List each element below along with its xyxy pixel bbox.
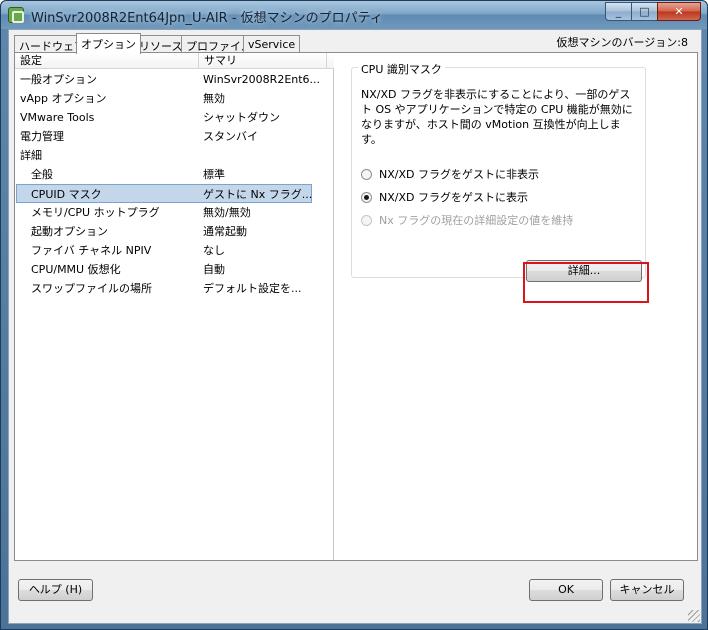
list-rows: 一般オプション WinSvr2008R2Ent6... vApp オプション 無効 … <box>15 70 334 298</box>
row-setting: 一般オプション <box>20 73 97 86</box>
properties-window: WinSvr2008R2Ent64Jpn_U-AIR - 仮想マシンのプロパティ… <box>0 0 708 630</box>
radio-keep-nx: Nx フラグの現在の詳細設定の値を維持 <box>361 212 573 228</box>
radio-label: NX/XD フラグをゲストに非表示 <box>379 168 539 181</box>
row-summary: 標準 <box>203 168 225 181</box>
row-summary: 自動 <box>203 263 225 276</box>
row-setting: CPU/MMU 仮想化 <box>31 263 121 276</box>
tab-resources[interactable]: リソース <box>134 35 188 53</box>
list-item[interactable]: 一般オプション WinSvr2008R2Ent6... <box>15 70 334 89</box>
close-button[interactable]: ✕ <box>657 2 701 21</box>
row-summary: シャットダウン <box>203 111 280 124</box>
row-summary: なし <box>203 244 225 257</box>
row-setting: 電力管理 <box>20 130 64 143</box>
row-summary: 無効 <box>203 92 225 105</box>
group-legend: CPU 識別マスク <box>358 61 445 77</box>
help-button[interactable]: ヘルプ (H) <box>18 579 93 601</box>
radio-button[interactable] <box>361 169 372 180</box>
cancel-button[interactable]: キャンセル <box>610 579 684 601</box>
tab-options[interactable]: オプション <box>76 33 141 54</box>
row-setting: 起動オプション <box>31 225 108 238</box>
vm-version-label: 仮想マシンのバージョン:8 <box>556 36 688 49</box>
list-item[interactable]: 電力管理 スタンバイ <box>15 127 334 146</box>
ok-button[interactable]: OK <box>529 579 603 601</box>
radio-label: NX/XD フラグをゲストに表示 <box>379 191 528 204</box>
list-item[interactable]: 詳細 <box>15 146 334 165</box>
row-setting: メモリ/CPU ホットプラグ <box>31 206 160 219</box>
list-header: 設定 サマリ <box>15 53 334 69</box>
window-title: WinSvr2008R2Ent64Jpn_U-AIR - 仮想マシンのプロパティ <box>31 11 383 26</box>
row-summary: ゲストに Nx フラグ... <box>203 188 313 201</box>
cpuid-mask-group: CPU 識別マスク NX/XD フラグを非表示にすることにより、一部のゲスト O… <box>351 61 646 282</box>
list-item-selected[interactable]: CPUID マスク ゲストに Nx フラグ... <box>16 184 312 203</box>
list-item[interactable]: VMware Tools シャットダウン <box>15 108 334 127</box>
row-setting: 全般 <box>31 168 53 181</box>
row-setting: ファイバ チャネル NPIV <box>31 244 152 257</box>
radio-button-disabled <box>361 215 372 226</box>
highlight-box <box>523 262 649 303</box>
row-setting: スワップファイルの場所 <box>31 282 152 295</box>
radio-button-checked[interactable] <box>361 192 372 203</box>
minimize-button[interactable]: _ <box>605 2 632 21</box>
group-description: NX/XD フラグを非表示にすることにより、一部のゲスト OS やアプリケーショ… <box>361 88 633 146</box>
row-setting: 詳細 <box>20 149 42 162</box>
title-bar[interactable]: WinSvr2008R2Ent64Jpn_U-AIR - 仮想マシンのプロパティ… <box>1 1 707 29</box>
row-setting: vApp オプション <box>20 92 107 105</box>
list-item[interactable]: メモリ/CPU ホットプラグ 無効/無効 <box>15 203 334 222</box>
options-tab-panel: 設定 サマリ 一般オプション WinSvr2008R2Ent6... vApp オ… <box>14 52 698 561</box>
vm-app-icon <box>8 7 24 23</box>
list-item[interactable]: ファイバ チャネル NPIV なし <box>15 241 334 260</box>
row-setting: CPUID マスク <box>31 188 102 201</box>
resize-grip[interactable] <box>688 610 700 622</box>
row-summary: スタンバイ <box>203 130 258 143</box>
list-item[interactable]: vApp オプション 無効 <box>15 89 334 108</box>
maximize-button[interactable]: □ <box>631 2 658 21</box>
list-item[interactable]: CPU/MMU 仮想化 自動 <box>15 260 334 279</box>
list-item[interactable]: スワップファイルの場所 デフォルト設定を... <box>15 279 334 298</box>
row-summary: 無効/無効 <box>203 206 251 219</box>
radio-show-nx[interactable]: NX/XD フラグをゲストに表示 <box>361 189 528 205</box>
column-header-summary[interactable]: サマリ <box>199 53 327 69</box>
radio-hide-nx[interactable]: NX/XD フラグをゲストに非表示 <box>361 166 539 182</box>
row-summary: WinSvr2008R2Ent6... <box>203 73 321 86</box>
row-summary: デフォルト設定を... <box>203 282 302 295</box>
column-header-setting[interactable]: 設定 <box>15 53 199 69</box>
tab-vservice[interactable]: vService <box>243 35 301 53</box>
list-item[interactable]: 起動オプション 通常起動 <box>15 222 334 241</box>
settings-list[interactable]: 設定 サマリ 一般オプション WinSvr2008R2Ent6... vApp オ… <box>15 53 334 560</box>
list-item[interactable]: 全般 標準 <box>15 165 334 184</box>
row-summary: 通常起動 <box>203 225 247 238</box>
radio-label: Nx フラグの現在の詳細設定の値を維持 <box>379 214 574 227</box>
client-area: ハードウェア オプション リソース プロファイル vService 仮想マシンの… <box>8 29 702 624</box>
row-setting: VMware Tools <box>20 111 95 124</box>
